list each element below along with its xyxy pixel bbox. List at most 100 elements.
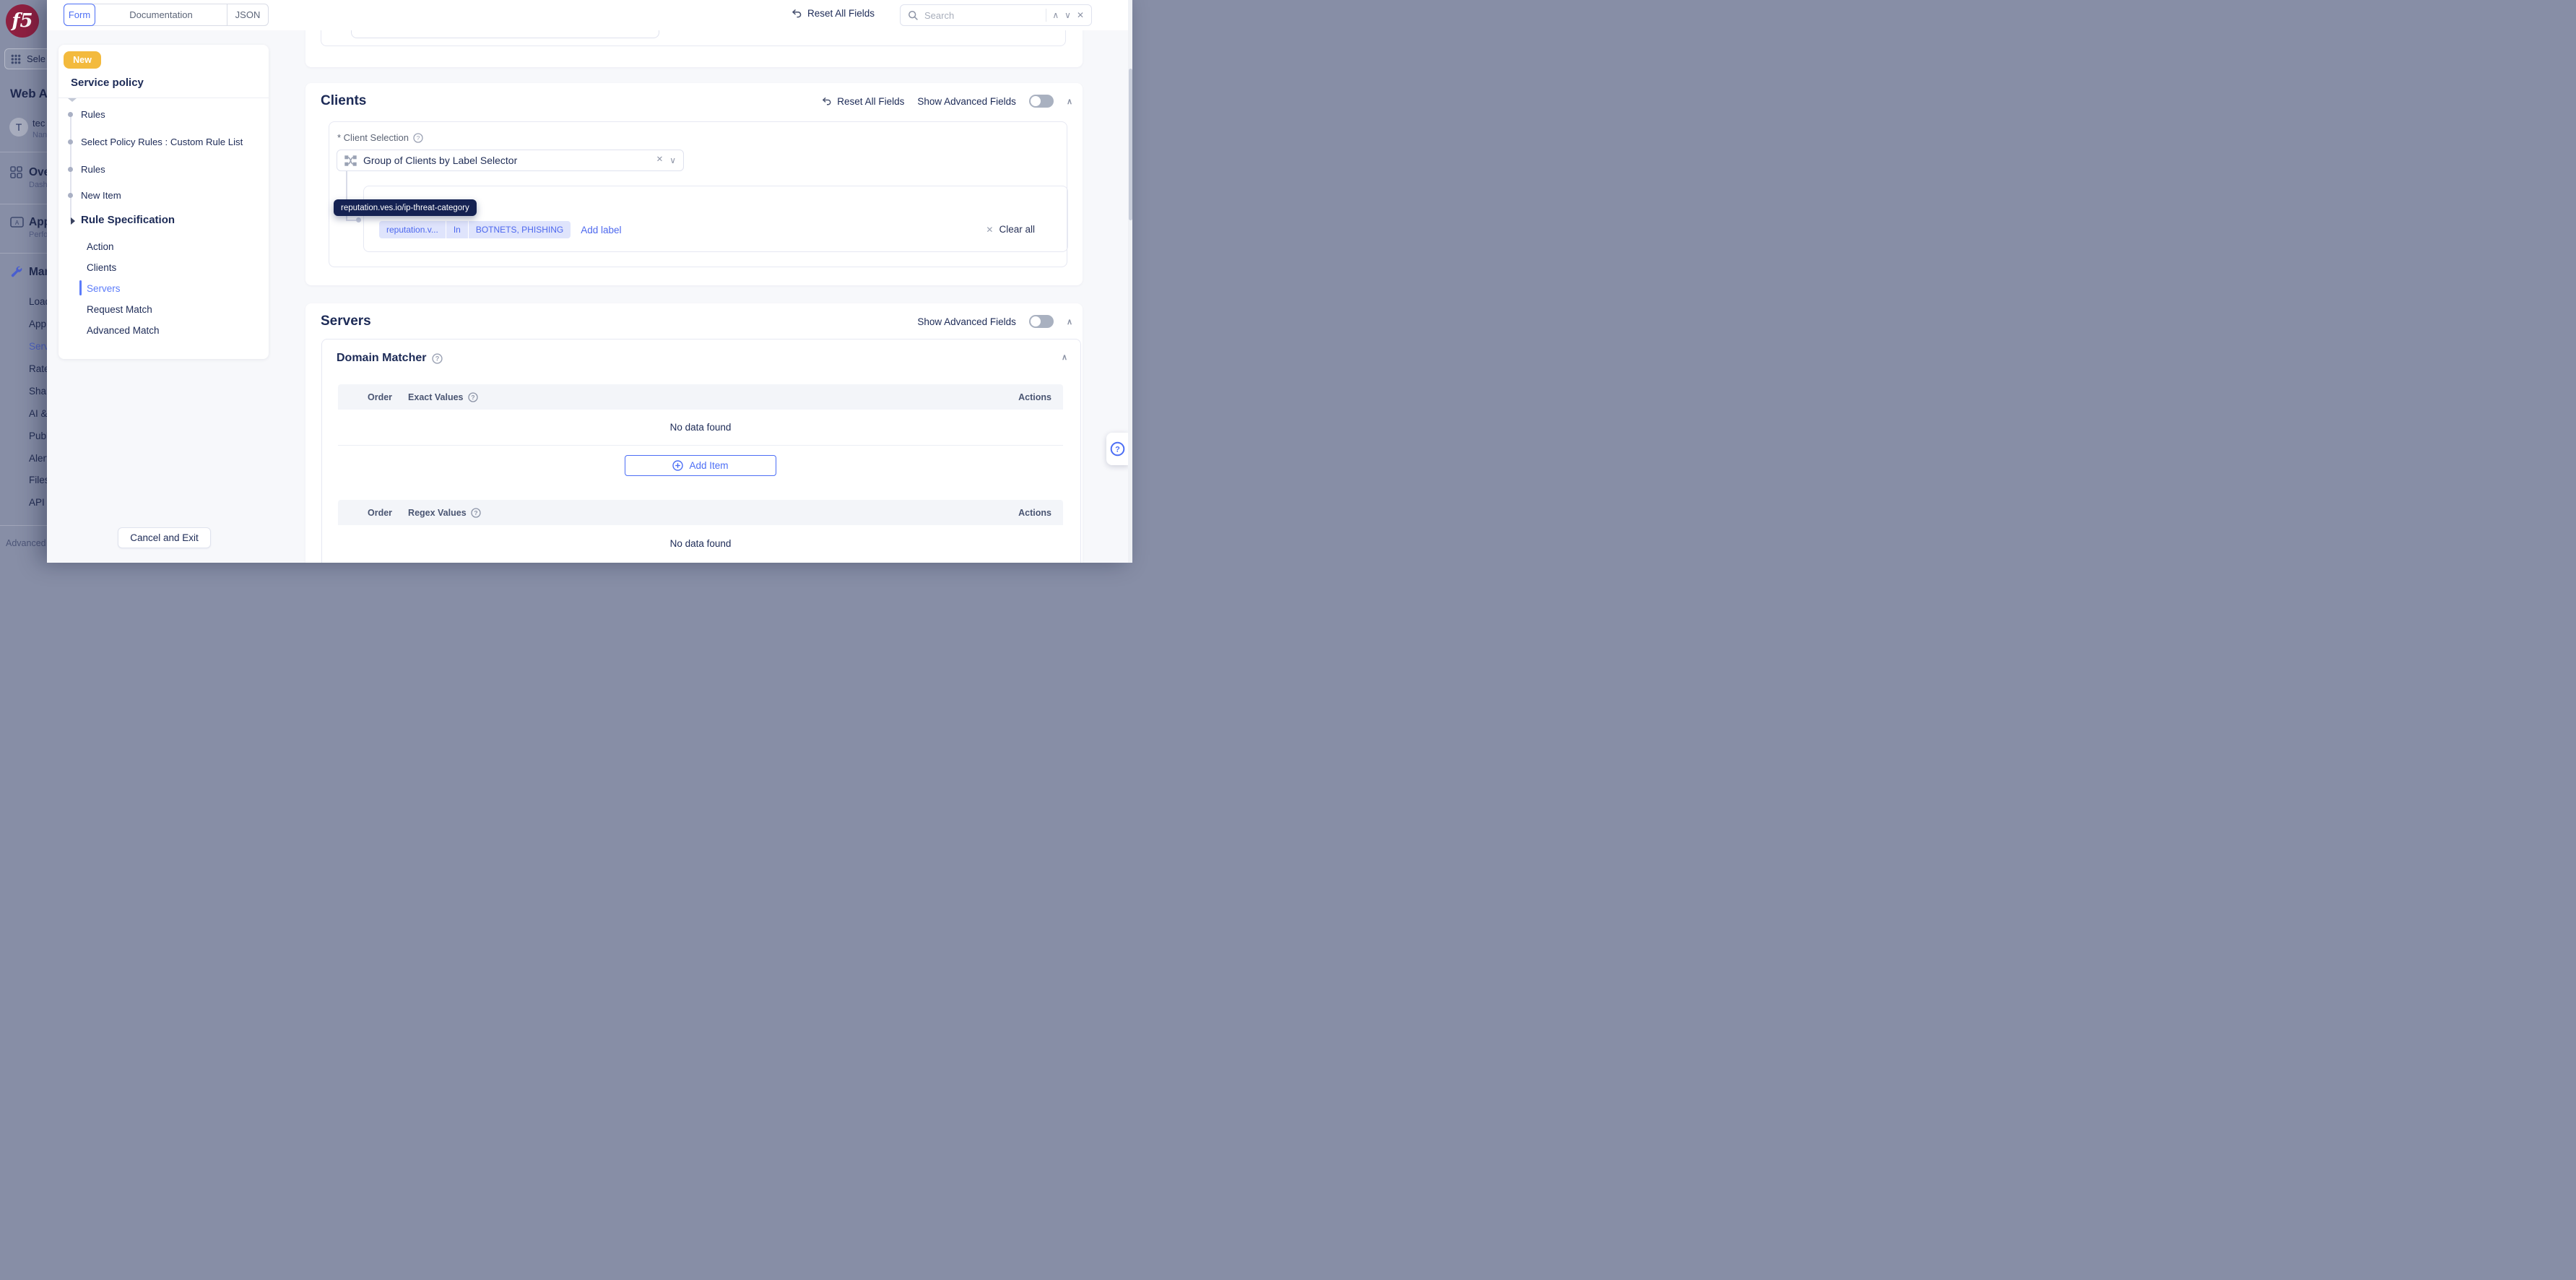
toggle-knob: [1031, 316, 1041, 327]
help-circle-icon[interactable]: ?: [432, 353, 443, 364]
app-icon: A: [10, 217, 24, 228]
search-next-icon[interactable]: ∨: [1064, 11, 1071, 20]
column-actions: Actions: [1018, 392, 1051, 402]
clients-section: Clients Reset All Fields Show Advanced F…: [305, 83, 1083, 285]
sidebar-link-api[interactable]: API M: [29, 497, 47, 508]
tenant-avatar[interactable]: T: [9, 118, 28, 137]
reset-all-fields-button[interactable]: Reset All Fields: [791, 8, 875, 19]
nav-subitem-servers[interactable]: Servers: [87, 281, 121, 295]
sidebar-link-load-balancers[interactable]: Load: [29, 296, 47, 307]
sidebar-link-app[interactable]: App: [29, 319, 46, 329]
workspace-title: Web Ap: [10, 87, 47, 101]
view-tabs: Form Documentation JSON: [64, 4, 269, 26]
f5-logo[interactable]: f5: [6, 4, 39, 38]
add-label-link[interactable]: Add label: [581, 225, 621, 235]
form-content: New Service policy Rules Select Policy R…: [47, 30, 1132, 563]
sidebar-item-manage[interactable]: Man: [29, 266, 47, 279]
form-nav-panel: New Service policy Rules Select Policy R…: [58, 45, 269, 359]
nav-subitem-clients[interactable]: Clients: [87, 260, 116, 274]
nav-subitem-action[interactable]: Action: [87, 239, 114, 254]
clients-reset-all-label: Reset All Fields: [837, 96, 904, 107]
svg-text:?: ?: [435, 355, 440, 362]
label-selector-group: reputation.v... In BOTNETS, PHISHING Add…: [363, 186, 1068, 252]
tab-form[interactable]: Form: [64, 4, 95, 26]
client-selection-dropdown[interactable]: Group of Clients by Label Selector ✕ ∨: [337, 150, 684, 171]
help-circle-icon[interactable]: ?: [471, 508, 481, 518]
column-exact-values: Exact Values ?: [408, 392, 477, 402]
nav-section-rule-specification[interactable]: Rule Specification: [81, 214, 175, 226]
tab-documentation[interactable]: Documentation: [95, 4, 227, 25]
clear-all-x-icon: ✕: [986, 225, 993, 234]
sidebar-link-alerts[interactable]: Alert: [29, 453, 47, 464]
column-regex-values: Regex Values ?: [408, 508, 481, 518]
sidebar-link-rate[interactable]: Rate: [29, 363, 47, 374]
sidebar-link-shared[interactable]: Shar: [29, 386, 47, 397]
search-input[interactable]: [924, 10, 1040, 21]
sidebar-item-app[interactable]: App: [29, 216, 47, 229]
select-service-button[interactable]: Sele: [4, 48, 47, 69]
sidebar-link-files[interactable]: Files: [29, 475, 47, 485]
servers-section: Servers Show Advanced Fields ∧ Domain Ma…: [305, 303, 1083, 563]
sidebar-item-overview-sub: Dashb: [29, 181, 47, 189]
sidebar-link-ai[interactable]: AI & M: [29, 408, 47, 419]
collapse-chevron-icon[interactable]: ∧: [1067, 317, 1072, 327]
help-button[interactable]: ?: [1106, 433, 1129, 465]
nav-item-rules-1[interactable]: Rules: [81, 107, 105, 121]
label-operator-chip[interactable]: In: [446, 221, 468, 238]
client-selection-label: * Client Selection: [337, 132, 409, 143]
grid-dots-icon: [11, 54, 21, 64]
search-box[interactable]: ∧ ∨ ✕: [900, 4, 1092, 26]
tab-json[interactable]: JSON: [227, 4, 268, 25]
cancel-and-exit-button[interactable]: Cancel and Exit: [118, 527, 211, 548]
svg-text:?: ?: [1115, 446, 1120, 454]
search-close-icon[interactable]: ✕: [1077, 11, 1084, 20]
label-key-chip[interactable]: reputation.v...: [379, 221, 446, 238]
nav-subitem-request-match[interactable]: Request Match: [87, 302, 152, 316]
sidebar-link-published[interactable]: Publi: [29, 431, 47, 441]
clients-advanced-label: Show Advanced Fields: [917, 96, 1016, 107]
help-circle-icon: ?: [1110, 441, 1125, 457]
tree-bullet-icon: [68, 193, 73, 198]
nav-item-new-item[interactable]: New Item: [81, 188, 121, 202]
collapse-chevron-icon[interactable]: ∧: [1062, 353, 1067, 362]
client-selection-label-row: * Client Selection ?: [337, 132, 423, 143]
collapse-chevron-icon[interactable]: ∧: [1067, 97, 1072, 106]
sidebar-divider: [0, 525, 47, 526]
label-values-chip[interactable]: BOTNETS, PHISHING: [469, 221, 571, 238]
f5-logo-text: f5: [12, 10, 32, 32]
scrolled-input[interactable]: [351, 30, 659, 38]
plus-circle-icon: [672, 460, 683, 471]
clear-all-button[interactable]: ✕ Clear all: [986, 224, 1035, 235]
help-circle-icon[interactable]: ?: [413, 133, 423, 143]
clear-selection-icon[interactable]: ✕: [656, 156, 664, 165]
expand-arrow-icon[interactable]: [71, 217, 75, 225]
nav-item-select-policy-rules[interactable]: Select Policy Rules : Custom Rule List: [81, 134, 243, 149]
collapse-notch-icon[interactable]: [68, 98, 77, 102]
sidebar-item-overview[interactable]: Ove: [29, 166, 47, 179]
sidebar-footer-advanced[interactable]: Advanced: [6, 538, 46, 548]
clients-advanced-toggle[interactable]: [1029, 95, 1054, 108]
connector-line: [346, 220, 356, 221]
help-circle-icon[interactable]: ?: [468, 392, 478, 402]
column-exact-values-label: Exact Values: [408, 392, 463, 402]
servers-advanced-label: Show Advanced Fields: [917, 316, 1016, 327]
nav-subitem-advanced-match[interactable]: Advanced Match: [87, 323, 160, 337]
domain-matcher-title: Domain Matcher: [337, 352, 426, 365]
tenant-name: tec: [32, 118, 45, 129]
exact-values-table: Order Exact Values ? Actions No data fou…: [338, 384, 1063, 485]
domain-matcher-title-row: Domain Matcher ?: [337, 352, 443, 365]
tree-bullet-icon: [68, 139, 73, 144]
new-badge: New: [64, 51, 101, 69]
undo-icon: [821, 96, 832, 106]
chevron-down-icon[interactable]: ∨: [669, 156, 676, 165]
sidebar-link-service-policies[interactable]: Servi: [29, 341, 47, 352]
servers-advanced-toggle[interactable]: [1029, 315, 1054, 328]
nav-item-rules-2[interactable]: Rules: [81, 162, 105, 176]
reset-all-fields-label: Reset All Fields: [807, 8, 875, 19]
search-prev-icon[interactable]: ∧: [1052, 11, 1059, 20]
add-item-label: Add Item: [689, 460, 728, 471]
clients-reset-all-button[interactable]: Reset All Fields: [821, 96, 904, 107]
table-header-row: Order Regex Values ? Actions: [338, 500, 1063, 525]
scrollbar-thumb[interactable]: [1129, 69, 1132, 220]
add-item-button[interactable]: Add Item: [625, 455, 776, 476]
